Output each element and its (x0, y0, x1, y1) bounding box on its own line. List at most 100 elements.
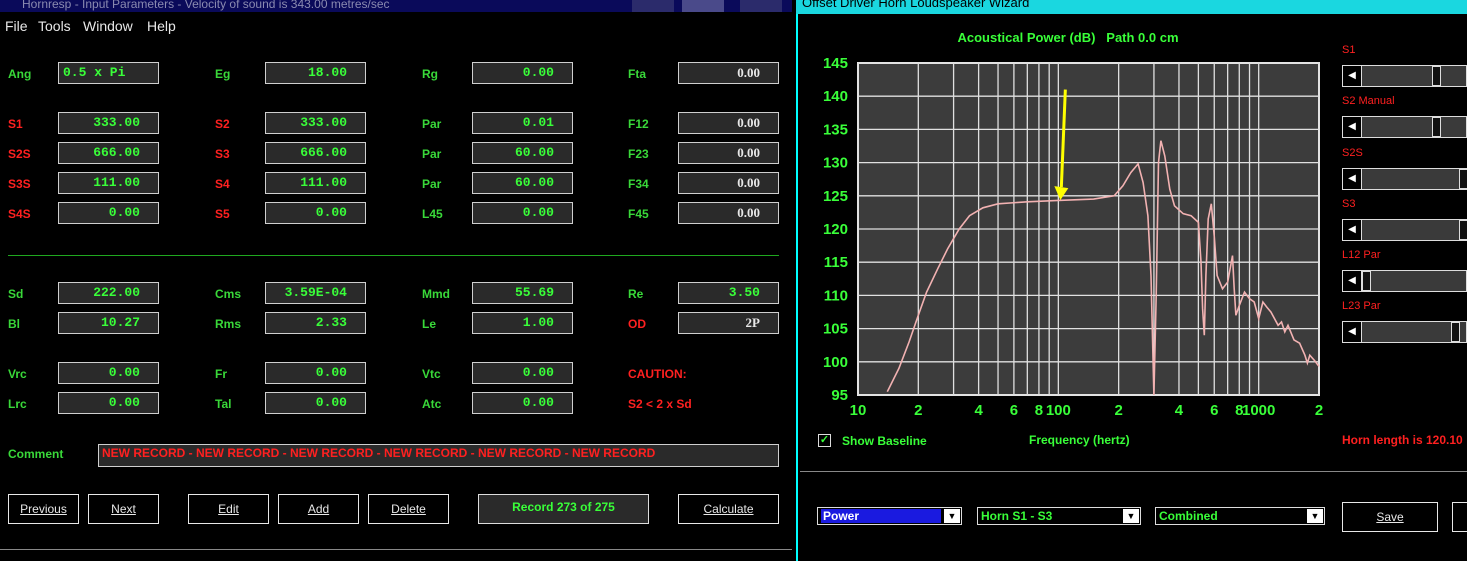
output-type-dropdown[interactable]: Power ▼ (817, 507, 962, 525)
param-label-par: Par (422, 147, 442, 161)
slider-thumb[interactable] (1431, 66, 1441, 86)
param-field-s1[interactable]: 333.00 (58, 112, 159, 134)
param-field-atc[interactable]: 0.00 (472, 392, 573, 414)
chevron-left-icon[interactable]: ◀ (1343, 271, 1362, 291)
chevron-left-icon[interactable]: ◀ (1343, 66, 1362, 86)
param-field-l45[interactable]: 0.00 (472, 202, 573, 224)
previous-button[interactable]: Previous (8, 494, 79, 524)
comment-field[interactable]: NEW RECORD - NEW RECORD - NEW RECORD - N… (98, 444, 779, 467)
comment-label: Comment (8, 447, 64, 461)
y-tick-label: 130 (823, 155, 848, 172)
param-field-sd[interactable]: 222.00 (58, 282, 159, 304)
horn-length-text: Horn length is 120.10 (1342, 433, 1463, 447)
param-field-rg[interactable]: 0.00 (472, 62, 573, 84)
chevron-left-icon[interactable]: ◀ (1343, 117, 1362, 137)
close-button[interactable] (740, 0, 782, 12)
param-field-fta[interactable]: 0.00 (678, 62, 779, 84)
slider-thumb[interactable] (1451, 322, 1461, 342)
add-button[interactable]: Add (278, 494, 359, 524)
param-field-mmd[interactable]: 55.69 (472, 282, 573, 304)
chevron-left-icon[interactable]: ◀ (1343, 322, 1362, 342)
param-field-vtc[interactable]: 0.00 (472, 362, 573, 384)
slider-5[interactable]: ◀ (1342, 321, 1467, 343)
next-button[interactable]: Next (88, 494, 159, 524)
x-tick-label: 2 (914, 402, 922, 419)
param-field-cms[interactable]: 3.59E-04 (265, 282, 366, 304)
param-field-s5[interactable]: 0.00 (265, 202, 366, 224)
chevron-left-icon[interactable]: ◀ (1343, 220, 1362, 240)
combination-dropdown[interactable]: Combined ▼ (1155, 507, 1325, 525)
slider-2[interactable]: ◀ (1342, 168, 1467, 190)
slider-1[interactable]: ◀ (1342, 116, 1467, 138)
param-label-bl: Bl (8, 317, 20, 331)
param-label-le: Le (422, 317, 437, 331)
y-tick-label: 125 (823, 188, 848, 205)
x-tick-label: 4 (1175, 402, 1184, 419)
slider-thumb[interactable] (1459, 169, 1467, 189)
param-field-re[interactable]: 3.50 (678, 282, 779, 304)
menu-file[interactable]: File (5, 18, 28, 34)
param-field-f12[interactable]: 0.00 (678, 112, 779, 134)
param-field-s4s[interactable]: 0.00 (58, 202, 159, 224)
param-field-rms[interactable]: 2.33 (265, 312, 366, 334)
slider-thumb[interactable] (1431, 117, 1441, 137)
param-label-eg: Eg (215, 67, 231, 81)
param-label-f34: F34 (628, 177, 649, 191)
param-field-f34[interactable]: 0.00 (678, 172, 779, 194)
param-field-lrc[interactable]: 0.00 (58, 392, 159, 414)
param-label-lrc: Lrc (8, 397, 27, 411)
param-field-bl[interactable]: 10.27 (58, 312, 159, 334)
param-field-tal[interactable]: 0.00 (265, 392, 366, 414)
param-field-fr[interactable]: 0.00 (265, 362, 366, 384)
param-field-s3[interactable]: 666.00 (265, 142, 366, 164)
chevron-down-icon[interactable]: ▼ (944, 509, 960, 523)
show-baseline-label[interactable]: Show Baseline (842, 434, 927, 448)
param-field-od[interactable]: 2P (678, 312, 779, 334)
param-field-s3s[interactable]: 111.00 (58, 172, 159, 194)
param-field-eg[interactable]: 18.00 (265, 62, 366, 84)
param-field-s4[interactable]: 111.00 (265, 172, 366, 194)
minimize-button[interactable] (632, 0, 674, 12)
param-label-sd: Sd (8, 287, 24, 301)
menu-tools[interactable]: Tools (38, 18, 71, 34)
param-label-tal: Tal (215, 397, 232, 411)
param-label-cms: Cms (215, 287, 242, 301)
x-tick-label: 8 (1035, 402, 1043, 419)
x-axis-label: Frequency (hertz) (1029, 433, 1130, 447)
chevron-down-icon[interactable]: ▼ (1123, 509, 1139, 523)
param-label-vtc: Vtc (422, 367, 441, 381)
param-label-atc: Atc (422, 397, 442, 411)
param-field-f45[interactable]: 0.00 (678, 202, 779, 224)
slider-4[interactable]: ◀ (1342, 270, 1467, 292)
save-button[interactable]: Save (1342, 502, 1438, 532)
slider-thumb[interactable] (1362, 271, 1371, 291)
slider-thumb[interactable] (1459, 220, 1467, 240)
param-label-ang: Ang (8, 67, 32, 81)
menu-help[interactable]: Help (147, 18, 176, 34)
show-baseline-checkbox[interactable]: ✓ (818, 434, 831, 447)
next-wizard-button[interactable] (1452, 502, 1467, 532)
param-field-s2[interactable]: 333.00 (265, 112, 366, 134)
horn-segment-dropdown[interactable]: Horn S1 - S3 ▼ (977, 507, 1141, 525)
calculate-button[interactable]: Calculate (678, 494, 779, 524)
param-field-le[interactable]: 1.00 (472, 312, 573, 334)
y-tick-label: 100 (823, 354, 848, 371)
param-label-fta: Fta (628, 67, 646, 81)
param-field-vrc[interactable]: 0.00 (58, 362, 159, 384)
menu-window[interactable]: Window (83, 18, 133, 34)
param-field-par[interactable]: 0.01 (472, 112, 573, 134)
param-field-s2s[interactable]: 666.00 (58, 142, 159, 164)
y-tick-label: 115 (824, 254, 848, 271)
slider-3[interactable]: ◀ (1342, 219, 1467, 241)
edit-button[interactable]: Edit (188, 494, 269, 524)
param-field-par[interactable]: 60.00 (472, 142, 573, 164)
maximize-button[interactable] (682, 0, 724, 12)
chevron-down-icon[interactable]: ▼ (1307, 509, 1323, 523)
slider-0[interactable]: ◀ (1342, 65, 1467, 87)
param-label-s4: S4 (215, 177, 230, 191)
param-field-f23[interactable]: 0.00 (678, 142, 779, 164)
delete-button[interactable]: Delete (368, 494, 449, 524)
param-field-ang[interactable]: 0.5 x Pi (58, 62, 159, 84)
param-field-par[interactable]: 60.00 (472, 172, 573, 194)
chevron-left-icon[interactable]: ◀ (1343, 169, 1362, 189)
